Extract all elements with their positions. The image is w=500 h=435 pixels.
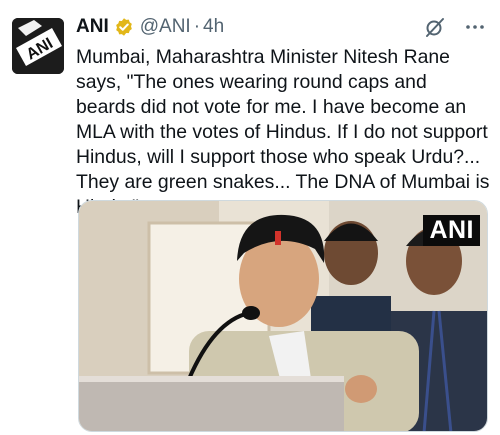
- tweet-text: Mumbai, Maharashtra Minister Nitesh Rane…: [76, 46, 490, 218]
- author-name[interactable]: ANI: [76, 16, 109, 38]
- tweet-timestamp[interactable]: 4h: [203, 16, 224, 38]
- author-avatar[interactable]: ANI: [12, 18, 64, 74]
- author-handle[interactable]: @ANI: [140, 16, 191, 38]
- grok-icon[interactable]: [424, 16, 446, 38]
- separator-dot: ·: [193, 16, 201, 37]
- ani-logo: ANI: [12, 18, 64, 74]
- more-options-icon[interactable]: [464, 16, 486, 38]
- tweet-media-image[interactable]: ANI: [78, 200, 488, 432]
- verified-badge-icon: [114, 17, 134, 37]
- tweet-header: ANI @ANI · 4h: [76, 14, 486, 40]
- media-watermark: ANI: [423, 215, 480, 246]
